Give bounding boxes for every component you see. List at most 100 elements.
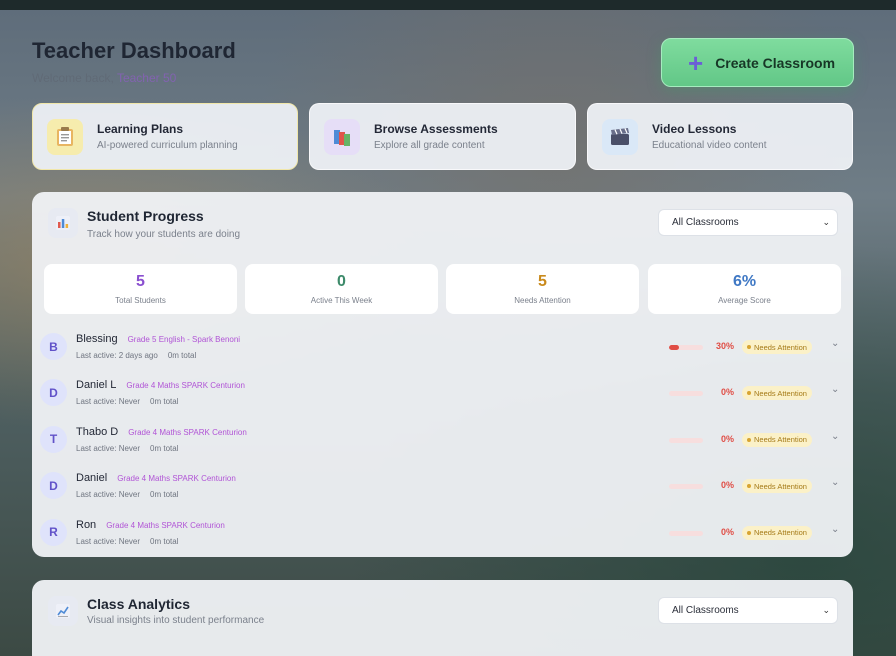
student-meta: Last active: Never 0m total [76, 444, 179, 453]
stat-label: Total Students [115, 296, 166, 305]
status-label: Needs Attention [754, 342, 807, 352]
student-row[interactable]: B Blessing Grade 5 English - Spark Benoni L… [32, 325, 853, 371]
browse-assessments-desc: Explore all grade content [374, 140, 485, 151]
student-classroom: Grade 4 Maths SPARK Centurion [126, 381, 245, 391]
status-badge: Needs Attention [742, 479, 812, 494]
progress-percent: 0% [720, 387, 734, 398]
avatar: B [40, 333, 67, 360]
expand-chevron-icon[interactable]: ⌄ [831, 384, 839, 395]
total-time: 0m total [150, 443, 179, 453]
status-dot [747, 437, 751, 442]
status-dot [747, 345, 751, 349]
avatar: D [40, 379, 67, 407]
student-meta: Last active: Never 0m total [76, 490, 179, 499]
last-active: Last active: Never [76, 397, 141, 407]
video-lessons-title: Video Lessons [652, 122, 737, 136]
total-time: 0m total [150, 397, 179, 407]
chevron-down-icon: ⌄ [822, 605, 830, 615]
progress-select-value: All Classrooms [672, 217, 739, 228]
student-row[interactable]: T Thabo D Grade 4 Maths SPARK Centurion Las… [32, 418, 853, 464]
progress-percent: 0% [720, 433, 734, 444]
stat-value: 0 [337, 273, 346, 290]
clapperboard-icon [602, 118, 638, 155]
student-name: Blessing [76, 333, 118, 345]
analytics-select-value: All Classrooms [672, 605, 739, 616]
student-row[interactable]: D Daniel L Grade 4 Maths SPARK Centurion La… [32, 371, 853, 417]
stat-label: Active This Week [310, 296, 373, 305]
create-classroom-label: Create Classroom [715, 54, 836, 71]
learning-plans-title: Learning Plans [97, 122, 184, 136]
bar-chart-icon [48, 208, 78, 238]
avatar: T [40, 425, 67, 453]
student-row[interactable]: D Daniel Grade 4 Maths SPARK Centurion Last… [32, 464, 853, 510]
progress-percent: 0% [720, 480, 734, 491]
video-lessons-desc: Educational video content [652, 140, 767, 151]
student-row[interactable]: R Ron Grade 4 Maths SPARK Centurion Last ac… [32, 511, 853, 557]
welcome-text: Welcome back, Teacher 50 [32, 71, 176, 85]
status-badge: Needs Attention [742, 386, 812, 401]
stat-needs-attention: 5 Needs Attention [446, 264, 639, 314]
student-meta: Last active: Never 0m total [76, 397, 179, 406]
expand-chevron-icon[interactable]: ⌄ [831, 477, 839, 488]
plus-icon: + [688, 47, 704, 78]
progress-percent: 0% [720, 526, 734, 537]
chevron-down-icon: ⌄ [822, 217, 830, 227]
expand-chevron-icon[interactable]: ⌄ [831, 524, 839, 535]
learning-plans-desc: AI-powered curriculum planning [97, 140, 238, 151]
browse-assessments-card[interactable]: Browse Assessments Explore all grade con… [309, 103, 576, 170]
last-active: Last active: 2 days ago [76, 351, 158, 360]
status-dot [747, 530, 751, 535]
avatar: D [40, 472, 67, 500]
progress-bar-fill [669, 345, 680, 350]
student-meta: Last active: 2 days ago 0m total [76, 351, 196, 360]
student-progress-title: Student Progress [87, 208, 204, 224]
books-icon [324, 118, 360, 155]
status-label: Needs Attention [754, 388, 807, 398]
welcome-name: Teacher 50 [116, 71, 177, 85]
status-dot [747, 484, 751, 489]
page-title: Teacher Dashboard [32, 38, 236, 63]
class-analytics-panel: Class Analytics Visual insights into stu… [32, 580, 853, 656]
total-time: 0m total [150, 536, 179, 546]
stat-label: Needs Attention [514, 296, 571, 305]
expand-chevron-icon[interactable]: ⌄ [831, 338, 839, 349]
student-name: Daniel [76, 472, 108, 485]
student-name-line: Blessing Grade 5 English - Spark Benoni [76, 333, 240, 345]
student-name-line: Daniel Grade 4 Maths SPARK Centurion [76, 472, 236, 484]
last-active: Last active: Never [76, 443, 141, 453]
stat-total-students: 5 Total Students [44, 264, 237, 314]
status-badge: Needs Attention [742, 432, 812, 447]
stat-label: Average Score [718, 296, 771, 305]
create-classroom-button[interactable]: + Create Classroom [661, 38, 854, 87]
progress-bar [669, 484, 703, 490]
video-lessons-card[interactable]: Video Lessons Educational video content [587, 103, 853, 170]
line-chart-icon [48, 596, 78, 626]
last-active: Last active: Never [76, 490, 141, 500]
student-classroom: Grade 4 Maths SPARK Centurion [117, 474, 236, 484]
analytics-classroom-select[interactable]: All Classrooms ⌄ [658, 597, 838, 624]
class-analytics-title: Class Analytics [87, 596, 190, 612]
progress-bar [669, 391, 703, 397]
learning-plans-card[interactable]: Learning Plans AI-powered curriculum pla… [32, 103, 298, 170]
student-name-line: Thabo D Grade 4 Maths SPARK Centurion [76, 426, 247, 438]
student-progress-panel: Student Progress Track how your students… [32, 192, 853, 557]
stat-value: 5 [538, 273, 547, 290]
progress-classroom-select[interactable]: All Classrooms ⌄ [658, 209, 838, 236]
welcome-prefix: Welcome back, [32, 71, 114, 85]
student-classroom: Grade 4 Maths SPARK Centurion [128, 427, 247, 437]
browse-assessments-title: Browse Assessments [374, 122, 498, 136]
status-label: Needs Attention [754, 528, 807, 538]
student-progress-subtitle: Track how your students are doing [87, 229, 241, 240]
stat-value: 6% [732, 273, 757, 290]
total-time: 0m total [167, 351, 197, 360]
student-classroom: Grade 5 English - Spark Benoni [127, 335, 241, 344]
stat-average-score: 6% Average Score [648, 264, 841, 314]
status-label: Needs Attention [754, 481, 807, 491]
stat-active-this-week: 0 Active This Week [245, 264, 438, 314]
expand-chevron-icon[interactable]: ⌄ [831, 431, 839, 442]
status-badge: Needs Attention [742, 525, 812, 540]
progress-percent: 30% [715, 341, 734, 351]
clipboard-icon [47, 118, 83, 155]
status-dot [747, 391, 751, 396]
student-classroom: Grade 4 Maths SPARK Centurion [106, 520, 225, 530]
